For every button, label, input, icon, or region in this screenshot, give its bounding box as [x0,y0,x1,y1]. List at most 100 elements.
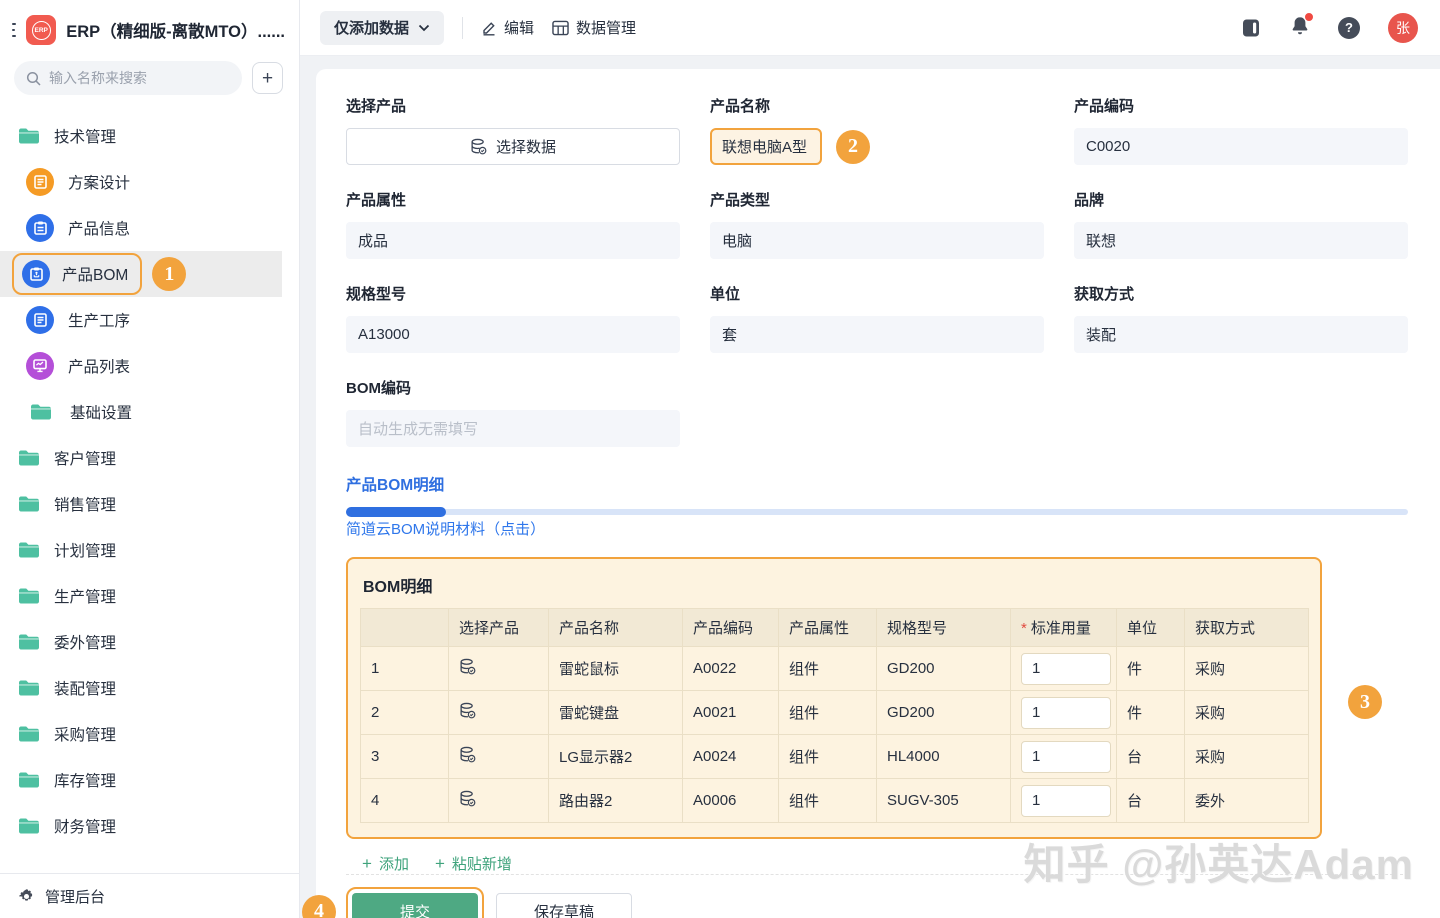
search-box[interactable] [14,61,242,95]
add-new-button[interactable]: + [252,62,283,94]
database-select-icon[interactable] [459,658,476,675]
sidebar-item-label: 生产工序 [68,309,130,331]
database-select-icon[interactable] [459,746,476,763]
help-button[interactable]: ? [1338,17,1360,39]
select-data-button[interactable]: 选择数据 [346,128,680,165]
add-row-link[interactable]: +添加 [362,853,409,874]
sidebar-item-采购管理[interactable]: 采购管理 [0,711,299,757]
sidebar-item-label: 销售管理 [54,493,116,515]
database-select-icon[interactable] [459,790,476,807]
sidebar-item-基础设置[interactable]: 基础设置 [0,389,299,435]
field-brand: 品牌 联想 [1074,189,1408,259]
row-product-name: 雷蛇键盘 [549,691,683,735]
field-unit: 单位 套 [710,283,1044,353]
row-index: 2 [361,691,449,735]
edit-button[interactable]: 编辑 [481,17,534,38]
admin-backend-link[interactable]: 管理后台 [0,873,299,918]
bom-col-产品名称: 产品名称 [549,609,683,647]
sidebar-item-生产工序[interactable]: 生产工序 [0,297,299,343]
sidebar-item-label: 计划管理 [54,539,116,561]
sidebar-item-label: 库存管理 [54,769,116,791]
row-qty[interactable] [1011,647,1117,691]
row-select-product[interactable] [449,691,549,735]
qty-input[interactable] [1021,697,1111,729]
database-select-icon[interactable] [459,702,476,719]
bom-detail-title: BOM明细 [363,573,1308,597]
bom-doc-link[interactable]: 简道云BOM说明材料（点击） [346,518,545,539]
user-avatar[interactable]: 张 [1388,13,1418,43]
sidebar-item-label: 产品BOM [62,263,128,285]
qty-input[interactable] [1021,785,1111,817]
field-acquire: 获取方式 装配 [1074,283,1408,353]
paste-add-link[interactable]: +粘贴新增 [435,853,512,874]
search-input[interactable] [49,70,230,86]
annotation-badge-1: 1 [152,257,186,291]
sidebar-item-财务管理[interactable]: 财务管理 [0,803,299,849]
bom-col-产品编码: 产品编码 [683,609,779,647]
field-spec: 规格型号 A13000 [346,283,680,353]
sidebar-item-销售管理[interactable]: 销售管理 [0,481,299,527]
sidebar-item-方案设计[interactable]: 方案设计 [0,159,299,205]
bom-col-选择产品: 选择产品 [449,609,549,647]
sidebar-item-label: 财务管理 [54,815,116,837]
product-name-input[interactable]: 联想电脑A型 [710,128,822,165]
sidebar-item-label: 技术管理 [54,125,116,147]
sidebar-item-委外管理[interactable]: 委外管理 [0,619,299,665]
row-product-name: 雷蛇鼠标 [549,647,683,691]
sidebar-item-产品BOM[interactable]: 产品BOM 1 [0,251,282,297]
field-product-attr: 产品属性 成品 [346,189,680,259]
submit-button[interactable]: 提交 [352,893,478,918]
progress-track [346,509,1408,515]
field-bom-code: BOM编码 自动生成无需填写 [346,377,680,447]
field-product-code: 产品编码 C0020 [1074,95,1408,165]
row-product-attr: 组件 [779,735,877,779]
bom-code-input[interactable]: 自动生成无需填写 [346,410,680,447]
sidebar-item-产品列表[interactable]: 产品列表 [0,343,299,389]
annotation-badge-2: 2 [836,130,870,164]
hamburger-menu-icon[interactable] [12,23,16,37]
qty-input[interactable] [1021,653,1111,685]
sidebar-item-label: 委外管理 [54,631,116,653]
row-select-product[interactable] [449,779,549,823]
tab-product-bom-detail[interactable]: 产品BOM明细 [346,473,1408,495]
form-footer: 4 提交 保存草稿 [346,874,1408,918]
bom-col-标准用量: *标准用量 [1011,609,1117,647]
qty-input[interactable] [1021,741,1111,773]
row-select-product[interactable] [449,735,549,779]
clipboard-icon [26,214,54,242]
sidebar-item-客户管理[interactable]: 客户管理 [0,435,299,481]
app-logo: ERP [26,15,56,45]
data-manage-button[interactable]: 数据管理 [552,17,636,38]
notifications-button[interactable] [1290,15,1310,40]
plus-icon: + [362,854,372,874]
sidebar-item-装配管理[interactable]: 装配管理 [0,665,299,711]
sidebar-item-label: 客户管理 [54,447,116,469]
sidebar-item-label: 产品信息 [68,217,130,239]
row-product-code: A0021 [683,691,779,735]
folder-icon [18,495,40,513]
row-spec: GD200 [877,691,1011,735]
row-qty[interactable] [1011,779,1117,823]
product-type-value: 电脑 [710,222,1044,259]
journal-panel-icon[interactable] [1240,17,1262,39]
product-attr-value: 成品 [346,222,680,259]
sidebar-item-技术管理[interactable]: 技术管理 [0,113,299,159]
app-title: ERP（精细版-离散MTO）...... [66,18,285,42]
folder-icon [18,679,40,697]
row-product-code: A0022 [683,647,779,691]
sidebar-item-库存管理[interactable]: 库存管理 [0,757,299,803]
row-qty[interactable] [1011,691,1117,735]
sidebar-item-label: 方案设计 [68,171,130,193]
sidebar-item-生产管理[interactable]: 生产管理 [0,573,299,619]
folder-icon [18,449,40,467]
save-draft-button[interactable]: 保存草稿 [496,893,632,918]
mode-dropdown-button[interactable]: 仅添加数据 [320,11,444,45]
row-qty[interactable] [1011,735,1117,779]
row-select-product[interactable] [449,647,549,691]
row-product-code: A0006 [683,779,779,823]
main-area: 仅添加数据 编辑 数据管理 ? 张 [300,0,1440,918]
sidebar-item-产品信息[interactable]: 产品信息 [0,205,299,251]
sidebar-item-计划管理[interactable]: 计划管理 [0,527,299,573]
row-index: 3 [361,735,449,779]
progress-active-segment [346,507,446,517]
